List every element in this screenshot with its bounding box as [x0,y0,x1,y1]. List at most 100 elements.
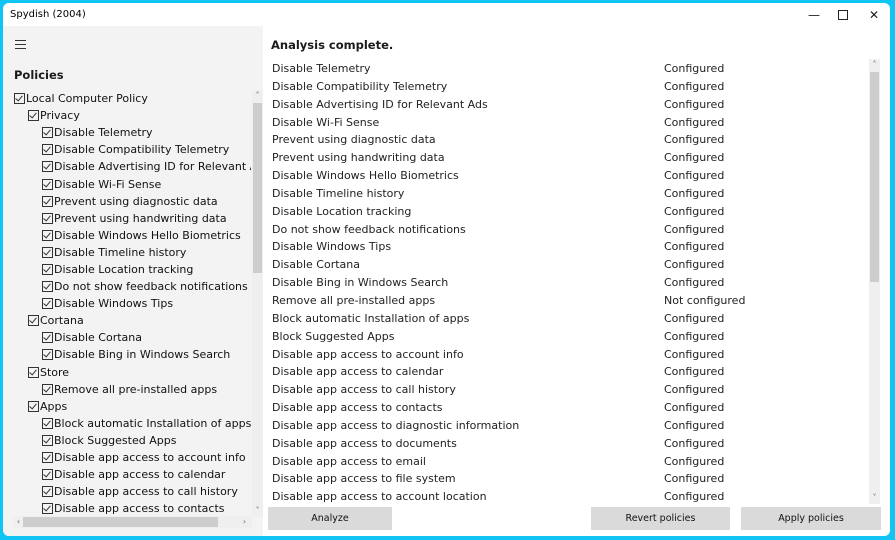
tree-node[interactable]: Apps [13,398,251,415]
result-row[interactable]: Disable Wi-Fi Sense Configured [272,114,867,132]
result-row[interactable]: Disable Bing in Windows Search Configured [272,274,867,292]
tree-node-label: Prevent using handwriting data [54,211,227,225]
tree-node[interactable]: Disable Timeline history [13,244,251,261]
result-row[interactable]: Disable Windows Hello Biometrics Configur… [272,167,867,185]
scroll-up-arrow-icon[interactable]: ˄ [252,90,263,102]
checkbox-checked-icon[interactable] [42,246,53,258]
scroll-up-arrow-icon[interactable]: ˄ [869,59,880,71]
tree-node[interactable]: Disable app access to calendar [13,466,251,483]
policy-name: Disable app access to calendar [272,365,444,379]
result-row[interactable]: Prevent using diagnostic data Configured [272,131,867,149]
tree-node[interactable]: Disable Windows Hello Biometrics [13,227,251,244]
result-row[interactable]: Disable Telemetry Configured [272,60,867,78]
result-row[interactable]: Disable Cortana Configured [272,256,867,274]
checkbox-checked-icon[interactable] [42,263,53,275]
tree-node[interactable]: Disable app access to contacts [13,500,251,517]
revert-policies-button[interactable]: Revert policies [591,507,730,530]
tree-node[interactable]: Prevent using diagnostic data [13,193,251,210]
tree-horizontal-scrollbar[interactable]: ‹ › [13,516,252,528]
scroll-right-arrow-icon[interactable]: › [239,516,250,528]
apply-policies-button[interactable]: Apply policies [741,507,881,530]
tree-node[interactable]: Disable Bing in Windows Search [13,346,251,363]
tree-node[interactable]: Disable app access to call history [13,483,251,500]
tree-node[interactable]: Disable Advertising ID for Relevant Ads [13,158,251,175]
checkbox-checked-icon[interactable] [42,417,53,429]
checkbox-checked-icon[interactable] [42,469,53,481]
result-row[interactable]: Disable app access to account location Co… [272,488,867,504]
analyze-button[interactable]: Analyze [268,507,392,530]
tree-hscroll-thumb[interactable] [23,517,218,527]
tree-node[interactable]: Disable app access to account info [13,449,251,466]
tree-node[interactable]: Store [13,364,251,381]
policy-state: Configured [664,151,725,165]
tree-node[interactable]: Block automatic Installation of apps [13,415,251,432]
checkbox-checked-icon[interactable] [42,127,53,139]
checkbox-checked-icon[interactable] [28,110,39,122]
checkbox-checked-icon[interactable] [42,178,53,190]
result-row[interactable]: Disable Advertising ID for Relevant Ads C… [272,96,867,114]
result-row[interactable]: Prevent using handwriting data Configured [272,149,867,167]
maximize-button[interactable] [828,3,858,26]
results-vertical-scrollbar[interactable]: ˄ ˅ [869,59,880,504]
close-button[interactable]: ✕ [859,3,889,26]
checkbox-checked-icon[interactable] [42,434,53,446]
result-row[interactable]: Disable app access to call history Config… [272,381,867,399]
checkbox-checked-icon[interactable] [42,383,53,395]
policy-state: Configured [664,311,725,325]
tree-node[interactable]: Disable Windows Tips [13,295,251,312]
result-row[interactable]: Disable app access to file system Configu… [272,470,867,488]
tree-node[interactable]: Disable Cortana [13,329,251,346]
result-row[interactable]: Disable Timeline history Configured [272,185,867,203]
result-row[interactable]: Disable Compatibility Telemetry Configure… [272,78,867,96]
tree-node[interactable]: Cortana [13,312,251,329]
results-scroll-thumb[interactable] [870,72,879,282]
result-row[interactable]: Block Suggested Apps Configured [272,328,867,346]
tree-node[interactable]: Prevent using handwriting data [13,210,251,227]
checkbox-checked-icon[interactable] [42,503,53,515]
tree-node[interactable]: Disable Location tracking [13,261,251,278]
checkbox-checked-icon[interactable] [42,161,53,173]
tree-node[interactable]: Privacy [13,107,251,124]
hamburger-icon[interactable] [15,40,26,52]
result-row[interactable]: Disable Location tracking Configured [272,203,867,221]
tree-node[interactable]: Remove all pre-installed apps [13,381,251,398]
tree-node[interactable]: Do not show feedback notifications [13,278,251,295]
policy-name: Disable Cortana [272,258,360,272]
result-row[interactable]: Disable app access to documents Configure… [272,435,867,453]
policy-state: Configured [664,133,725,147]
checkbox-checked-icon[interactable] [42,212,53,224]
tree-node[interactable]: Disable Compatibility Telemetry [13,141,251,158]
checkbox-checked-icon[interactable] [42,195,53,207]
scroll-down-arrow-icon[interactable]: ˅ [252,505,263,517]
checkbox-checked-icon[interactable] [42,229,53,241]
result-row[interactable]: Do not show feedback notifications Config… [272,221,867,239]
result-row[interactable]: Disable app access to contacts Configured [272,399,867,417]
result-row[interactable]: Disable app access to email Configured [272,453,867,471]
result-row[interactable]: Remove all pre-installed apps Not configu… [272,292,867,310]
checkbox-checked-icon[interactable] [14,93,25,105]
checkbox-checked-icon[interactable] [28,400,39,412]
checkbox-checked-icon[interactable] [42,281,53,293]
tree-node[interactable]: Local Computer Policy [13,90,251,107]
minimize-button[interactable]: — [799,3,829,26]
checkbox-checked-icon[interactable] [28,366,39,378]
result-row[interactable]: Disable app access to calendar Configured [272,363,867,381]
checkbox-checked-icon[interactable] [28,315,39,327]
tree-node[interactable]: Disable Telemetry [13,124,251,141]
checkbox-checked-icon[interactable] [42,349,53,361]
result-row[interactable]: Block automatic Installation of apps Conf… [272,310,867,328]
result-row[interactable]: Disable app access to diagnostic informa… [272,417,867,435]
scroll-down-arrow-icon[interactable]: ˅ [869,492,880,504]
tree-node-label: Disable Cortana [54,331,142,345]
checkbox-checked-icon[interactable] [42,486,53,498]
checkbox-checked-icon[interactable] [42,298,53,310]
tree-vertical-scrollbar[interactable]: ˄ ˅ [252,90,263,517]
tree-node[interactable]: Disable Wi-Fi Sense [13,175,251,192]
tree-scroll-thumb[interactable] [253,103,262,273]
checkbox-checked-icon[interactable] [42,452,53,464]
result-row[interactable]: Disable app access to account info Config… [272,346,867,364]
checkbox-checked-icon[interactable] [42,332,53,344]
checkbox-checked-icon[interactable] [42,144,53,156]
tree-node[interactable]: Block Suggested Apps [13,432,251,449]
result-row[interactable]: Disable Windows Tips Configured [272,238,867,256]
